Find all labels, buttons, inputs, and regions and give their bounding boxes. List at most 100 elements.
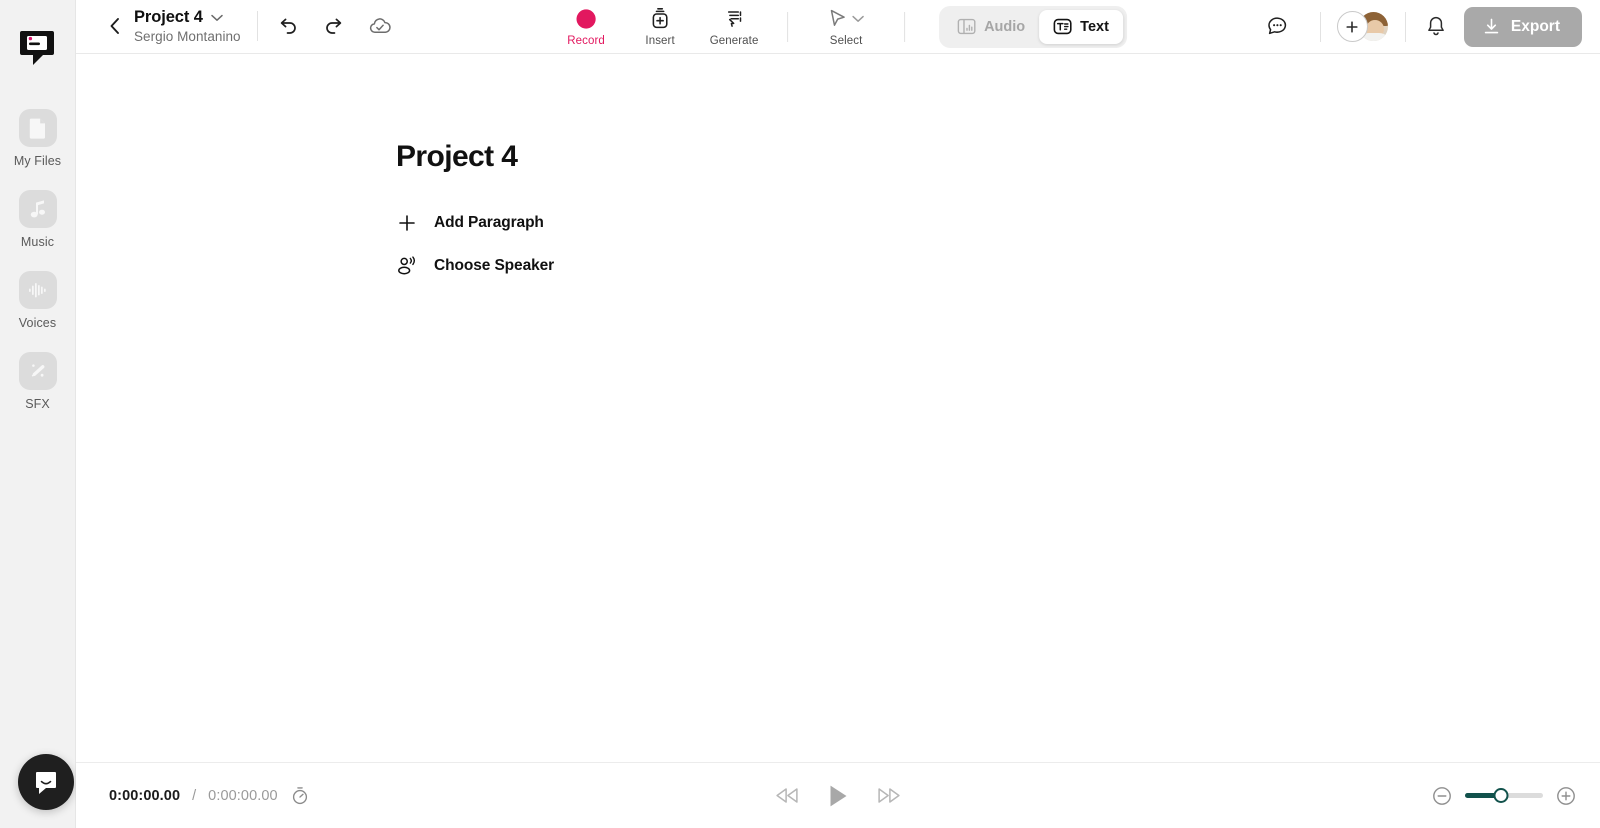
tool-label: Select xyxy=(829,34,863,47)
sidebar-item-label: Music xyxy=(20,235,55,249)
document-body: Project 4 Add Paragraph Choose Speaker xyxy=(76,54,1600,275)
tool-label: Insert xyxy=(645,34,675,47)
export-label: Export xyxy=(1510,17,1560,35)
collaborators xyxy=(1336,11,1389,42)
insert-plus-icon xyxy=(649,7,671,31)
tool-label: Record xyxy=(567,34,605,47)
zoom-controls xyxy=(1432,786,1600,806)
fast-forward-button[interactable] xyxy=(876,785,903,806)
choose-speaker-button[interactable]: Choose Speaker xyxy=(396,256,1600,275)
play-button[interactable] xyxy=(827,783,850,809)
zoom-out-button[interactable] xyxy=(1432,786,1452,806)
zoom-slider-handle[interactable] xyxy=(1493,788,1509,803)
time-separator: / xyxy=(192,787,197,804)
intercom-chat-bubble-icon xyxy=(36,772,56,794)
redo-arrow-icon xyxy=(325,19,341,35)
descript-speech-bubble-logo xyxy=(19,31,54,65)
zoom-slider[interactable] xyxy=(1465,787,1543,805)
add-paragraph-label: Add Paragraph xyxy=(434,214,544,231)
music-note-icon xyxy=(30,200,45,218)
notifications-button[interactable] xyxy=(1422,13,1450,41)
transport-bar: 0:00:00.00 / 0:00:00.00 xyxy=(76,762,1600,828)
fast-forward-icon xyxy=(878,788,900,803)
add-collaborator-button[interactable] xyxy=(1336,11,1368,42)
view-mode-audio[interactable]: Audio xyxy=(943,10,1039,44)
project-title-dropdown[interactable]: Project 4 xyxy=(134,8,241,27)
intercom-launcher-button[interactable] xyxy=(18,754,74,810)
choose-speaker-label: Choose Speaker xyxy=(434,256,555,274)
tool-insert[interactable]: Insert xyxy=(623,7,697,47)
view-mode-text[interactable]: Text xyxy=(1039,9,1123,44)
select-row xyxy=(828,7,864,31)
current-time: 0:00:00.00 xyxy=(109,787,181,804)
divider xyxy=(904,11,906,42)
chevron-down-icon xyxy=(211,14,223,21)
view-mode-toggle: Audio Text xyxy=(939,5,1127,48)
cloud-check-icon xyxy=(369,18,391,34)
divider xyxy=(256,11,258,42)
view-mode-label: Audio xyxy=(984,18,1026,35)
tool-select[interactable]: Select xyxy=(804,7,888,47)
sidebar-item-sfx[interactable]: SFX xyxy=(8,352,68,411)
toolbar-center-group: Record Insert Generate Select Audio Text xyxy=(549,0,1127,54)
text-box-icon xyxy=(1053,18,1072,35)
comments-button[interactable] xyxy=(1264,13,1292,41)
time-display: 0:00:00.00 / 0:00:00.00 xyxy=(76,786,310,806)
back-button[interactable] xyxy=(102,13,128,39)
audio-panels-icon xyxy=(957,18,976,35)
comment-bubble-icon xyxy=(1268,17,1287,35)
waveform-icon xyxy=(28,283,46,298)
project-title: Project 4 xyxy=(134,8,203,27)
descript-editor-window: My Files Music Voices SFX Project 4 Serg… xyxy=(0,0,1600,828)
play-icon xyxy=(830,785,847,806)
sfx-tile xyxy=(18,352,57,390)
sidebar-item-label: My Files xyxy=(13,154,62,168)
generate-sparkle-icon xyxy=(723,7,745,31)
playback-controls xyxy=(774,783,903,809)
sidebar-item-label: SFX xyxy=(25,397,50,411)
add-paragraph-button[interactable]: Add Paragraph xyxy=(396,214,1600,232)
undo-arrow-icon xyxy=(280,19,296,35)
cloud-save-status-button[interactable] xyxy=(366,12,394,40)
minus-circle-icon xyxy=(1433,786,1451,805)
chevron-left-icon xyxy=(110,18,119,35)
plus-circle-icon xyxy=(1346,20,1359,33)
tool-generate[interactable]: Generate xyxy=(697,7,771,47)
record-circle-icon xyxy=(575,7,597,31)
main-area: Project 4 Sergio Montanino Record Insert… xyxy=(76,0,1600,828)
bell-icon xyxy=(1428,16,1444,36)
stopwatch-icon xyxy=(292,787,307,805)
page-title: Project 4 xyxy=(396,140,518,173)
app-logo[interactable] xyxy=(16,26,60,75)
timer-mode-button[interactable] xyxy=(290,786,310,806)
sidebar-item-label: Voices xyxy=(18,316,57,330)
document-canvas[interactable]: Project 4 Add Paragraph Choose Speaker xyxy=(76,54,1600,762)
project-owner: Sergio Montanino xyxy=(134,29,241,45)
left-sidebar: My Files Music Voices SFX xyxy=(0,0,76,828)
project-identity: Project 4 Sergio Montanino xyxy=(134,8,241,44)
music-tile xyxy=(18,190,57,228)
sidebar-item-voices[interactable]: Voices xyxy=(8,271,68,330)
download-arrow-icon xyxy=(1484,18,1499,34)
total-time: 0:00:00.00 xyxy=(208,787,278,804)
plus-icon xyxy=(396,214,418,232)
document-page-icon xyxy=(29,118,45,139)
export-button[interactable]: Export xyxy=(1463,6,1582,47)
rewind-button[interactable] xyxy=(774,785,801,806)
plus-circle-icon xyxy=(1557,786,1575,805)
sidebar-item-music[interactable]: Music xyxy=(8,190,68,249)
undo-button[interactable] xyxy=(274,12,302,40)
rewind-icon xyxy=(776,788,798,803)
divider xyxy=(1404,11,1406,42)
my-files-tile xyxy=(18,109,57,147)
sidebar-item-my-files[interactable]: My Files xyxy=(8,109,68,168)
tool-record[interactable]: Record xyxy=(549,7,623,47)
redo-button[interactable] xyxy=(320,12,348,40)
divider xyxy=(1319,11,1321,42)
speaker-person-icon xyxy=(396,256,418,275)
toolbar-right-group: Export xyxy=(1264,6,1600,47)
history-buttons xyxy=(274,12,394,40)
zoom-in-button[interactable] xyxy=(1556,786,1576,806)
chevron-down-icon xyxy=(852,15,864,22)
voices-tile xyxy=(18,271,57,309)
